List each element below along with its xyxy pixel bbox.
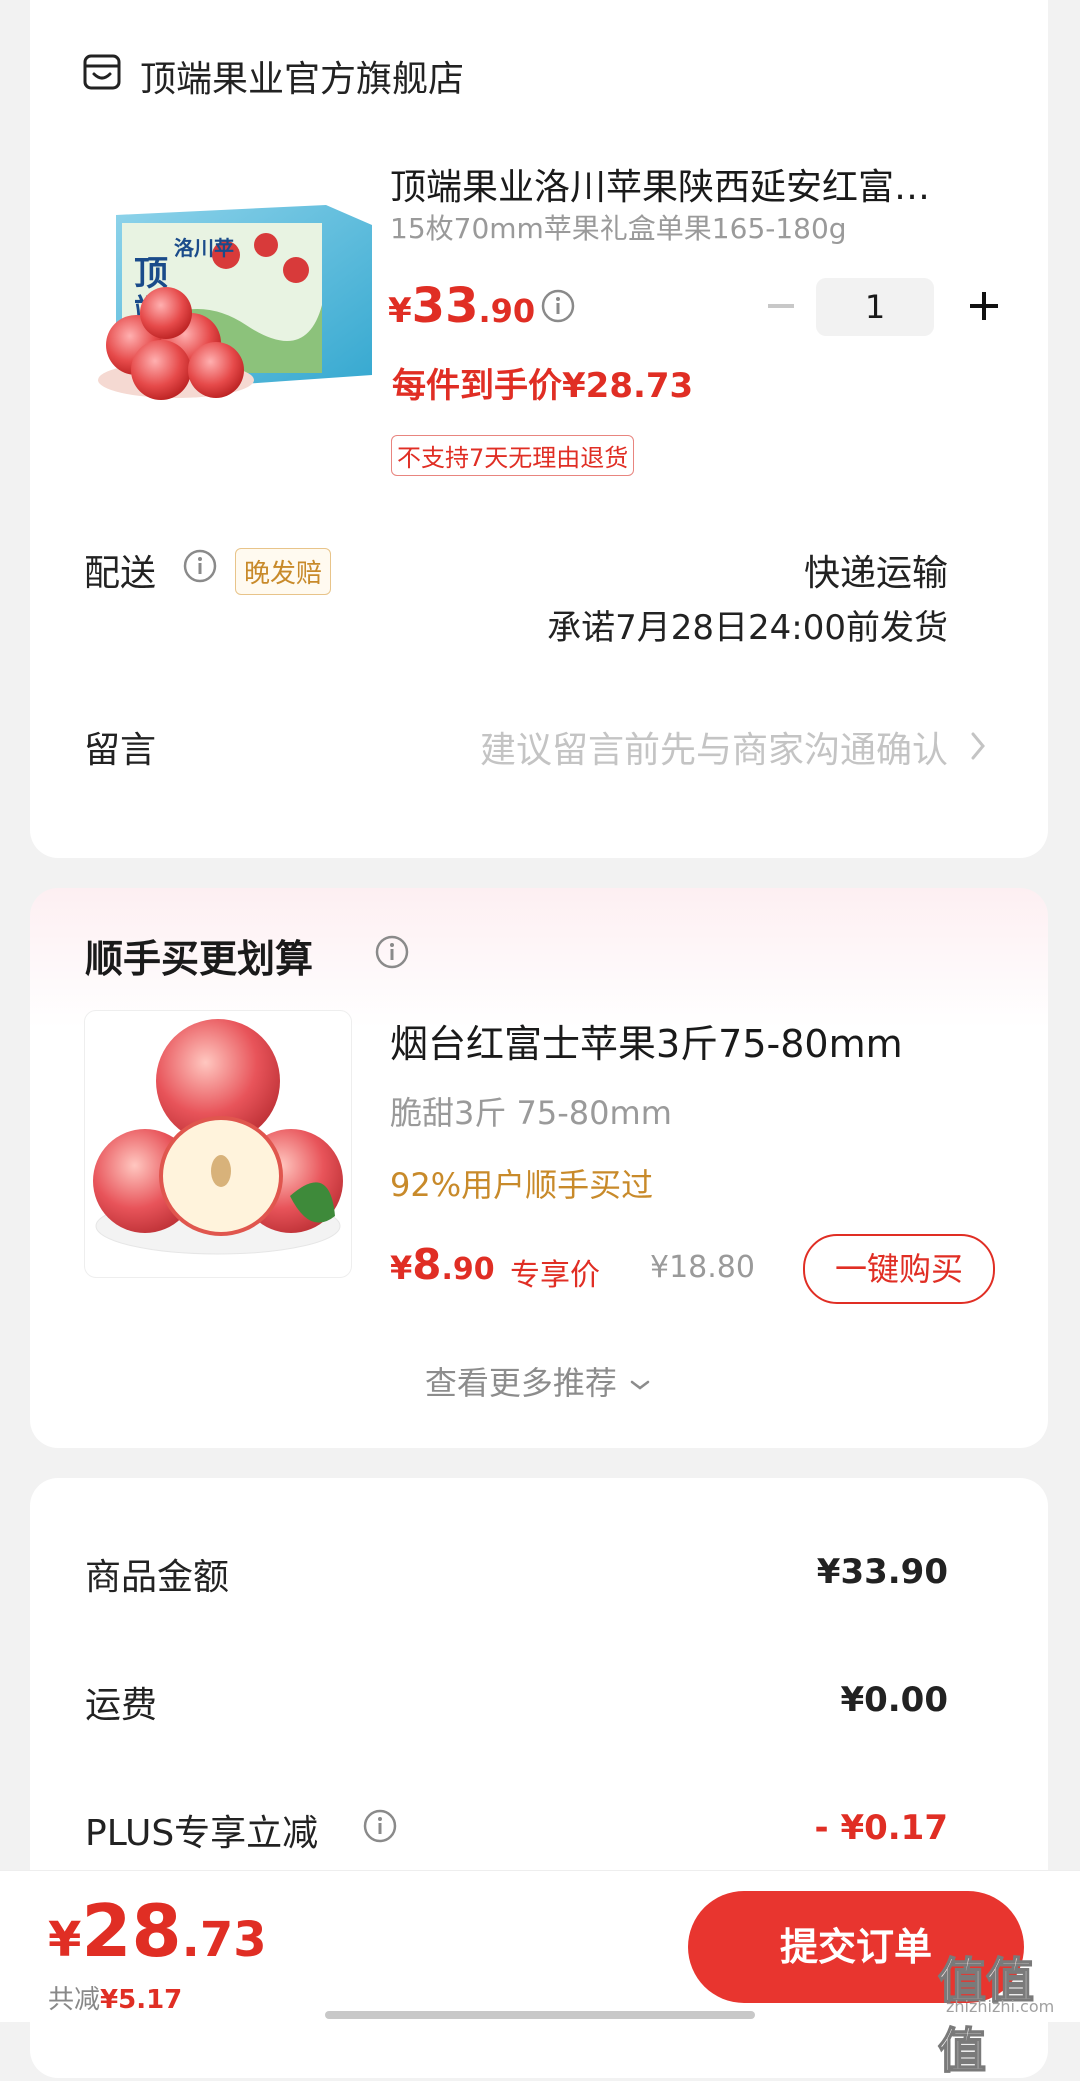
product-title[interactable]: 顶端果业洛川苹果陕西延安红富… (390, 158, 1020, 210)
recommend-title: 顺手买更划算 (85, 937, 314, 981)
total-saved: 共减¥5.17 (48, 1979, 182, 2016)
price-info-icon[interactable] (540, 288, 576, 328)
product-image[interactable]: 顶 端 洛川苹 (96, 195, 376, 405)
recommend-card: 顺手买更划算 烟台红富士苹果3斤75-80mm 脆甜3斤 75-80mm 92%… (30, 888, 1048, 1448)
recommend-product-image[interactable] (84, 1010, 352, 1278)
recommend-product-name[interactable]: 烟台红富士苹果3斤75-80mm (390, 1013, 903, 1068)
total-currency: ¥ (48, 1912, 82, 1968)
store-name[interactable]: 顶端果业官方旗舰店 (140, 50, 464, 102)
recommend-product-spec: 脆甜3斤 75-80mm (390, 1094, 672, 1132)
delivery-label: 配送 (84, 553, 157, 594)
store-card: 顶端果业官方旗舰店 顶 端 洛川苹 (30, 0, 1048, 858)
rec-price-decimal: .90 (441, 1252, 495, 1287)
goods-amount-label: 商品金额 (85, 1557, 230, 1598)
original-price: ¥18.80 (650, 1250, 755, 1285)
message-input[interactable]: 建议留言前先与商家沟通确认 (480, 721, 948, 773)
rec-price-currency: ¥ (390, 1249, 413, 1287)
total-price: ¥28.73 (48, 1889, 267, 1973)
price-integer: 33 (411, 278, 479, 334)
price-currency: ¥ (388, 291, 412, 331)
product-price: ¥33.90 (388, 278, 535, 334)
see-more-label: 查看更多推荐 (424, 1364, 617, 1402)
chevron-down-icon (630, 1380, 650, 1390)
bottom-bar: ¥28.73 共减¥5.17 提交订单 值值值 zhizhizhi.com (0, 1870, 1080, 2080)
svg-text:洛川苹: 洛川苹 (174, 236, 234, 260)
watermark-url: zhizhizhi.com (946, 1997, 1055, 2016)
return-policy-tag: 不支持7天无理由退货 (391, 435, 635, 476)
qty-increase-button[interactable] (962, 276, 1006, 336)
shipping-fee-label: 运费 (85, 1685, 158, 1726)
shipping-method: 快递运输 (803, 553, 948, 594)
shipping-fee-value: ¥0.00 (840, 1680, 948, 1720)
recommend-bought-pct: 92%用户顺手买过 (390, 1166, 654, 1204)
price-decimal: .90 (478, 292, 536, 330)
plus-discount-value: - ¥0.17 (814, 1808, 949, 1848)
see-more-link[interactable]: 查看更多推荐 (30, 1358, 1048, 1404)
saved-label: 共减 (48, 1985, 101, 2015)
goods-amount-value: ¥33.90 (816, 1552, 948, 1592)
per-item-price: 每件到手价¥28.73 (392, 366, 694, 406)
total-integer: 28 (81, 1889, 182, 1973)
quantity-input[interactable]: 1 (816, 278, 934, 336)
late-compensation-tag: 晚发赔 (235, 548, 332, 595)
plus-info-icon[interactable] (362, 1808, 398, 1848)
recommend-price: ¥8.90 (390, 1240, 495, 1289)
saved-value: ¥5.17 (100, 1985, 183, 2015)
message-label: 留言 (84, 730, 157, 771)
rec-price-integer: 8 (412, 1240, 442, 1289)
delivery-info-icon[interactable] (182, 548, 218, 588)
plus-discount-label: PLUS专享立减 (85, 1813, 319, 1854)
recommend-info-icon[interactable] (374, 934, 410, 974)
one-click-buy-button[interactable]: 一键购买 (803, 1234, 995, 1304)
shipping-promise: 承诺7月28日24:00前发货 (547, 608, 948, 648)
total-decimal: .73 (181, 1912, 267, 1968)
home-indicator[interactable] (325, 2011, 755, 2019)
store-icon[interactable] (82, 52, 122, 96)
product-spec: 15枚70mm苹果礼盒单果165-180g (390, 212, 847, 245)
chevron-right-icon[interactable] (968, 726, 990, 770)
exclusive-price-label: 专享价 (510, 1258, 600, 1293)
qty-decrease-button[interactable] (760, 276, 800, 336)
